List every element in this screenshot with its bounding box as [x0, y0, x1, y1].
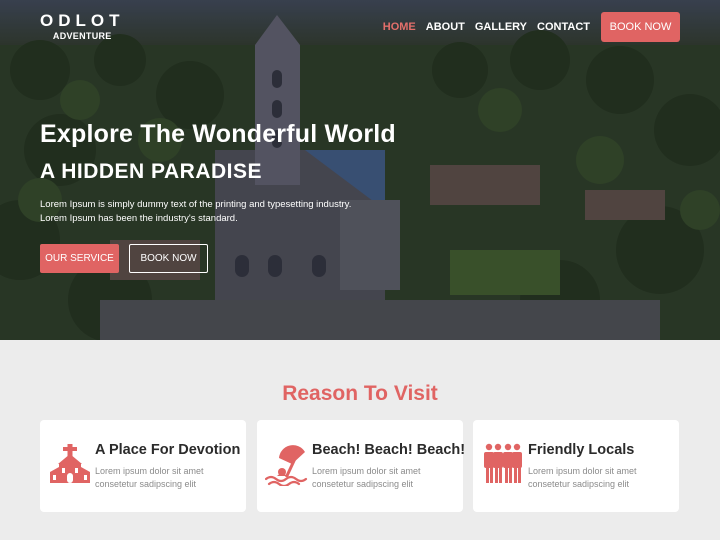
hero-book-now-button[interactable]: BOOK NOW [129, 244, 208, 273]
church-icon [50, 444, 90, 483]
card-text: Lorem ipsum dolor sit amet consetetur sa… [312, 466, 421, 489]
hero-section: ODLOT ADVENTURE HOME ABOUT GALLERY CONTA… [0, 0, 720, 340]
card-title: A Place For Devotion [95, 442, 241, 458]
hero-title: Explore The Wonderful World [40, 120, 396, 148]
card-text: Lorem ipsum dolor sit amet consetetur sa… [528, 466, 637, 489]
hero-subtitle: A HIDDEN PARADISE [40, 160, 263, 183]
reason-card-locals[interactable]: Friendly Locals Lorem ipsum dolor sit am… [473, 420, 679, 512]
nav-contact-link[interactable]: CONTACT [537, 13, 590, 41]
reason-card-devotion[interactable]: A Place For Devotion Lorem ipsum dolor s… [40, 420, 246, 512]
card-title: Friendly Locals [528, 442, 635, 458]
reason-card-beach[interactable]: Beach! Beach! Beach! Lorem ipsum dolor s… [257, 420, 466, 512]
nav-gallery-link[interactable]: GALLERY [475, 13, 527, 41]
main-nav: HOME ABOUT GALLERY CONTACT BOOK NOW [383, 12, 680, 42]
section-title: Reason To Visit [282, 382, 438, 405]
beach-umbrella-icon [265, 445, 308, 486]
nav-about-link[interactable]: ABOUT [426, 13, 465, 41]
logo-name: ODLOT [40, 11, 125, 30]
card-text: Lorem ipsum dolor sit amet consetetur sa… [95, 466, 204, 489]
our-service-button[interactable]: OUR SERVICE [40, 244, 119, 273]
people-icon [484, 443, 522, 483]
card-title: Beach! Beach! Beach! [312, 442, 466, 458]
nav-home-link[interactable]: HOME [383, 13, 416, 41]
logo-tagline: ADVENTURE [52, 31, 112, 41]
hero-description: Lorem Ipsum is simply dummy text of the … [40, 199, 352, 224]
site-logo[interactable]: ODLOT ADVENTURE [40, 12, 125, 42]
nav-book-now-button[interactable]: BOOK NOW [601, 12, 680, 42]
